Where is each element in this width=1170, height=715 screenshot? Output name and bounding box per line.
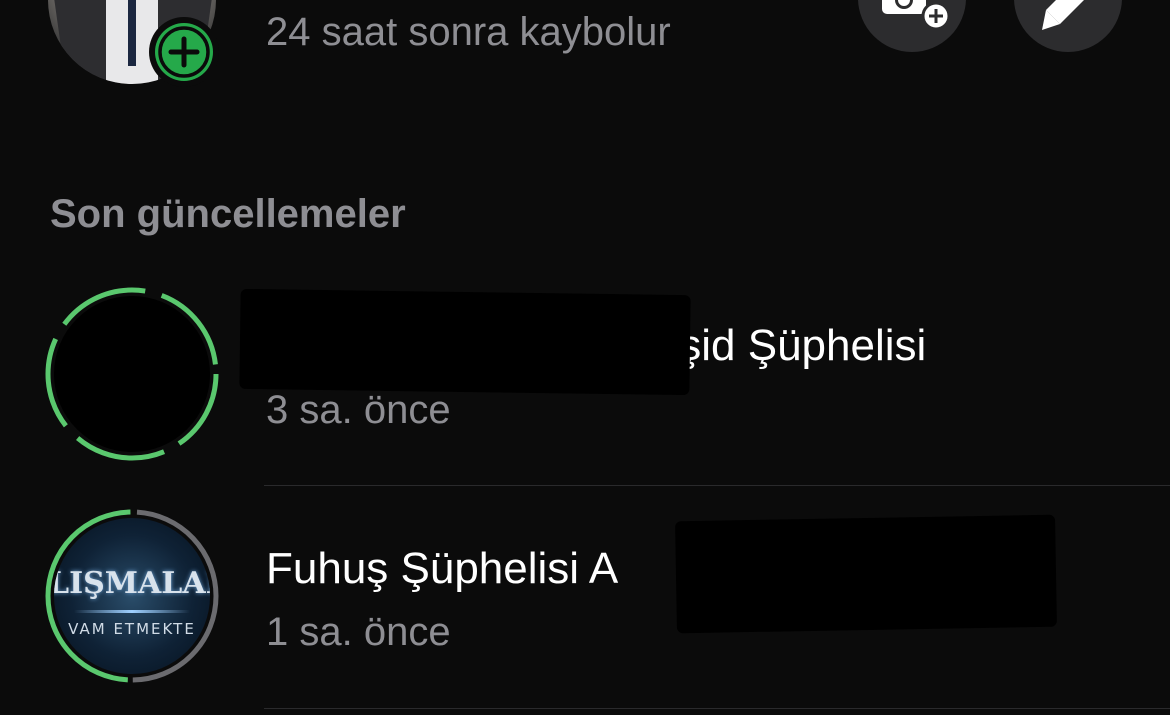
- pencil-icon: [1042, 0, 1084, 30]
- contact-name-visible: İşid Şüphelisi: [667, 321, 927, 370]
- pencil-button[interactable]: [1014, 0, 1122, 52]
- status-ring[interactable]: [44, 286, 220, 462]
- row-divider: [264, 485, 1170, 486]
- status-ring-segments: [45, 509, 219, 683]
- section-title: Son güncellemeler: [50, 192, 406, 236]
- avatar-photo-part: [128, 0, 136, 66]
- add-status-button[interactable]: [149, 17, 219, 87]
- contact-name[interactable]: Fuhuş Şüphelisi A: [266, 543, 618, 595]
- status-ring[interactable]: LIŞMALARI VAM ETMEKTE: [44, 508, 220, 684]
- my-status-subtitle: 24 saat sonra kaybolur: [266, 10, 671, 54]
- row-divider: [264, 708, 1170, 709]
- plus-icon: [158, 26, 210, 78]
- camera-button[interactable]: [858, 0, 966, 52]
- update-time: 3 sa. önce: [266, 388, 451, 432]
- status-ring-segments: [45, 287, 219, 461]
- redaction-mark: [675, 514, 1057, 634]
- update-time: 1 sa. önce: [266, 610, 451, 654]
- redaction-mark: [239, 288, 691, 396]
- camera-plus-icon: [882, 0, 951, 31]
